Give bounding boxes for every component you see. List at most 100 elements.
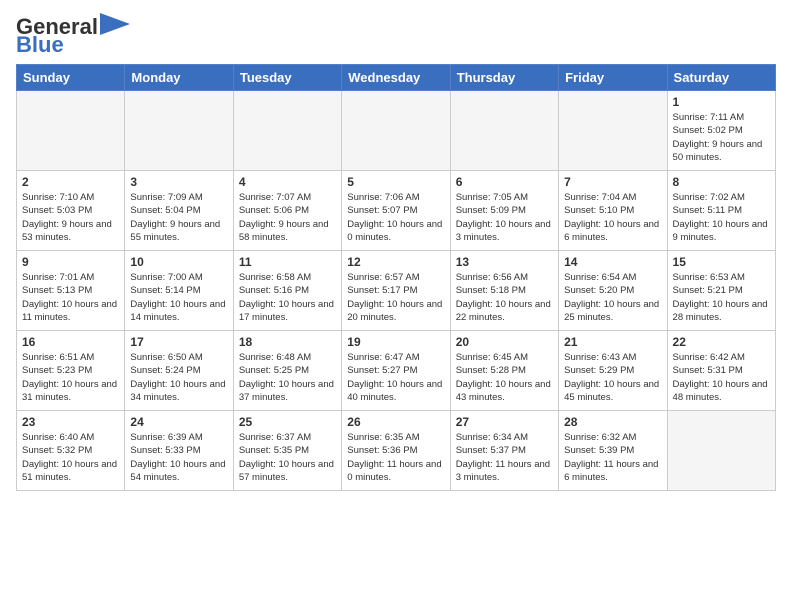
weekday-header: Thursday (450, 65, 558, 91)
calendar-cell: 11Sunrise: 6:58 AM Sunset: 5:16 PM Dayli… (233, 251, 341, 331)
calendar-cell: 3 Sunrise: 7:09 AM Sunset: 5:04 PM Daylig… (125, 171, 233, 251)
week-row: 9 Sunrise: 7:01 AM Sunset: 5:13 PM Daylig… (17, 251, 776, 331)
calendar-cell (342, 91, 450, 171)
day-number: 15 (673, 255, 770, 269)
week-row: 23Sunrise: 6:40 AM Sunset: 5:32 PM Dayli… (17, 411, 776, 491)
calendar-cell: 16 Sunrise: 6:51 AM Sunset: 5:23 PM Dayli… (17, 331, 125, 411)
calendar-cell (17, 91, 125, 171)
calendar-table: SundayMondayTuesdayWednesdayThursdayFrid… (16, 64, 776, 491)
calendar-cell: 14 Sunrise: 6:54 AM Sunset: 5:20 PM Dayli… (559, 251, 667, 331)
day-number: 14 (564, 255, 661, 269)
day-info: Sunrise: 6:37 AM Sunset: 5:35 PM Dayligh… (239, 431, 336, 484)
day-number: 16 (22, 335, 119, 349)
day-number: 8 (673, 175, 770, 189)
calendar-cell: 22 Sunrise: 6:42 AM Sunset: 5:31 PM Dayli… (667, 331, 775, 411)
calendar-cell (667, 411, 775, 491)
day-number: 7 (564, 175, 661, 189)
calendar-cell: 9 Sunrise: 7:01 AM Sunset: 5:13 PM Daylig… (17, 251, 125, 331)
day-info: Sunrise: 7:11 AM Sunset: 5:02 PM Dayligh… (673, 111, 770, 164)
day-number: 5 (347, 175, 444, 189)
calendar-header-row: SundayMondayTuesdayWednesdayThursdayFrid… (17, 65, 776, 91)
day-info: Sunrise: 6:42 AM Sunset: 5:31 PM Dayligh… (673, 351, 770, 404)
week-row: 1 Sunrise: 7:11 AM Sunset: 5:02 PM Daylig… (17, 91, 776, 171)
day-info: Sunrise: 6:54 AM Sunset: 5:20 PM Dayligh… (564, 271, 661, 324)
calendar-cell: 27 Sunrise: 6:34 AM Sunset: 5:37 PM Dayli… (450, 411, 558, 491)
day-info: Sunrise: 6:35 AM Sunset: 5:36 PM Dayligh… (347, 431, 444, 484)
calendar-cell: 23Sunrise: 6:40 AM Sunset: 5:32 PM Dayli… (17, 411, 125, 491)
day-info: Sunrise: 7:00 AM Sunset: 5:14 PM Dayligh… (130, 271, 227, 324)
calendar-cell: 20 Sunrise: 6:45 AM Sunset: 5:28 PM Dayli… (450, 331, 558, 411)
day-info: Sunrise: 6:56 AM Sunset: 5:18 PM Dayligh… (456, 271, 553, 324)
weekday-header: Monday (125, 65, 233, 91)
day-number: 12 (347, 255, 444, 269)
day-info: Sunrise: 7:02 AM Sunset: 5:11 PM Dayligh… (673, 191, 770, 244)
calendar-cell (233, 91, 341, 171)
day-number: 21 (564, 335, 661, 349)
logo-blue-text: Blue (16, 34, 64, 56)
day-info: Sunrise: 6:43 AM Sunset: 5:29 PM Dayligh… (564, 351, 661, 404)
calendar-cell: 18 Sunrise: 6:48 AM Sunset: 5:25 PM Dayli… (233, 331, 341, 411)
calendar-cell: 7 Sunrise: 7:04 AM Sunset: 5:10 PM Daylig… (559, 171, 667, 251)
calendar-cell: 21 Sunrise: 6:43 AM Sunset: 5:29 PM Dayli… (559, 331, 667, 411)
day-info: Sunrise: 6:51 AM Sunset: 5:23 PM Dayligh… (22, 351, 119, 404)
day-info: Sunrise: 6:47 AM Sunset: 5:27 PM Dayligh… (347, 351, 444, 404)
day-number: 2 (22, 175, 119, 189)
page-header: General Blue (16, 16, 776, 56)
day-number: 17 (130, 335, 227, 349)
calendar-cell: 12 Sunrise: 6:57 AM Sunset: 5:17 PM Dayli… (342, 251, 450, 331)
day-number: 1 (673, 95, 770, 109)
day-number: 3 (130, 175, 227, 189)
day-number: 4 (239, 175, 336, 189)
calendar-cell: 8 Sunrise: 7:02 AM Sunset: 5:11 PM Daylig… (667, 171, 775, 251)
calendar-cell: 26Sunrise: 6:35 AM Sunset: 5:36 PM Dayli… (342, 411, 450, 491)
calendar-cell: 17 Sunrise: 6:50 AM Sunset: 5:24 PM Dayli… (125, 331, 233, 411)
day-info: Sunrise: 6:34 AM Sunset: 5:37 PM Dayligh… (456, 431, 553, 484)
day-number: 24 (130, 415, 227, 429)
day-info: Sunrise: 6:57 AM Sunset: 5:17 PM Dayligh… (347, 271, 444, 324)
calendar-cell: 13 Sunrise: 6:56 AM Sunset: 5:18 PM Dayli… (450, 251, 558, 331)
day-info: Sunrise: 7:07 AM Sunset: 5:06 PM Dayligh… (239, 191, 336, 244)
day-info: Sunrise: 7:10 AM Sunset: 5:03 PM Dayligh… (22, 191, 119, 244)
weekday-header: Saturday (667, 65, 775, 91)
weekday-header: Tuesday (233, 65, 341, 91)
weekday-header: Friday (559, 65, 667, 91)
calendar-cell: 6 Sunrise: 7:05 AM Sunset: 5:09 PM Daylig… (450, 171, 558, 251)
day-number: 27 (456, 415, 553, 429)
day-info: Sunrise: 7:09 AM Sunset: 5:04 PM Dayligh… (130, 191, 227, 244)
day-number: 13 (456, 255, 553, 269)
day-info: Sunrise: 6:39 AM Sunset: 5:33 PM Dayligh… (130, 431, 227, 484)
calendar-cell: 2 Sunrise: 7:10 AM Sunset: 5:03 PM Daylig… (17, 171, 125, 251)
day-number: 18 (239, 335, 336, 349)
calendar-cell: 4 Sunrise: 7:07 AM Sunset: 5:06 PM Daylig… (233, 171, 341, 251)
day-number: 9 (22, 255, 119, 269)
day-number: 20 (456, 335, 553, 349)
day-number: 10 (130, 255, 227, 269)
calendar-cell (125, 91, 233, 171)
day-info: Sunrise: 7:06 AM Sunset: 5:07 PM Dayligh… (347, 191, 444, 244)
calendar-cell: 1 Sunrise: 7:11 AM Sunset: 5:02 PM Daylig… (667, 91, 775, 171)
day-info: Sunrise: 7:04 AM Sunset: 5:10 PM Dayligh… (564, 191, 661, 244)
calendar-cell: 15Sunrise: 6:53 AM Sunset: 5:21 PM Dayli… (667, 251, 775, 331)
calendar-cell: 24 Sunrise: 6:39 AM Sunset: 5:33 PM Dayli… (125, 411, 233, 491)
day-info: Sunrise: 6:50 AM Sunset: 5:24 PM Dayligh… (130, 351, 227, 404)
day-info: Sunrise: 7:05 AM Sunset: 5:09 PM Dayligh… (456, 191, 553, 244)
logo-arrow-icon (100, 13, 130, 35)
day-info: Sunrise: 6:45 AM Sunset: 5:28 PM Dayligh… (456, 351, 553, 404)
logo: General Blue (16, 16, 130, 56)
weekday-header: Sunday (17, 65, 125, 91)
day-info: Sunrise: 7:01 AM Sunset: 5:13 PM Dayligh… (22, 271, 119, 324)
calendar-cell (559, 91, 667, 171)
calendar-cell: 25 Sunrise: 6:37 AM Sunset: 5:35 PM Dayli… (233, 411, 341, 491)
day-number: 28 (564, 415, 661, 429)
calendar-cell: 10 Sunrise: 7:00 AM Sunset: 5:14 PM Dayli… (125, 251, 233, 331)
day-number: 25 (239, 415, 336, 429)
day-number: 22 (673, 335, 770, 349)
calendar-cell: 19Sunrise: 6:47 AM Sunset: 5:27 PM Dayli… (342, 331, 450, 411)
day-number: 11 (239, 255, 336, 269)
calendar-cell: 5 Sunrise: 7:06 AM Sunset: 5:07 PM Daylig… (342, 171, 450, 251)
day-number: 6 (456, 175, 553, 189)
week-row: 2 Sunrise: 7:10 AM Sunset: 5:03 PM Daylig… (17, 171, 776, 251)
day-info: Sunrise: 6:32 AM Sunset: 5:39 PM Dayligh… (564, 431, 661, 484)
calendar-cell (450, 91, 558, 171)
day-info: Sunrise: 6:48 AM Sunset: 5:25 PM Dayligh… (239, 351, 336, 404)
